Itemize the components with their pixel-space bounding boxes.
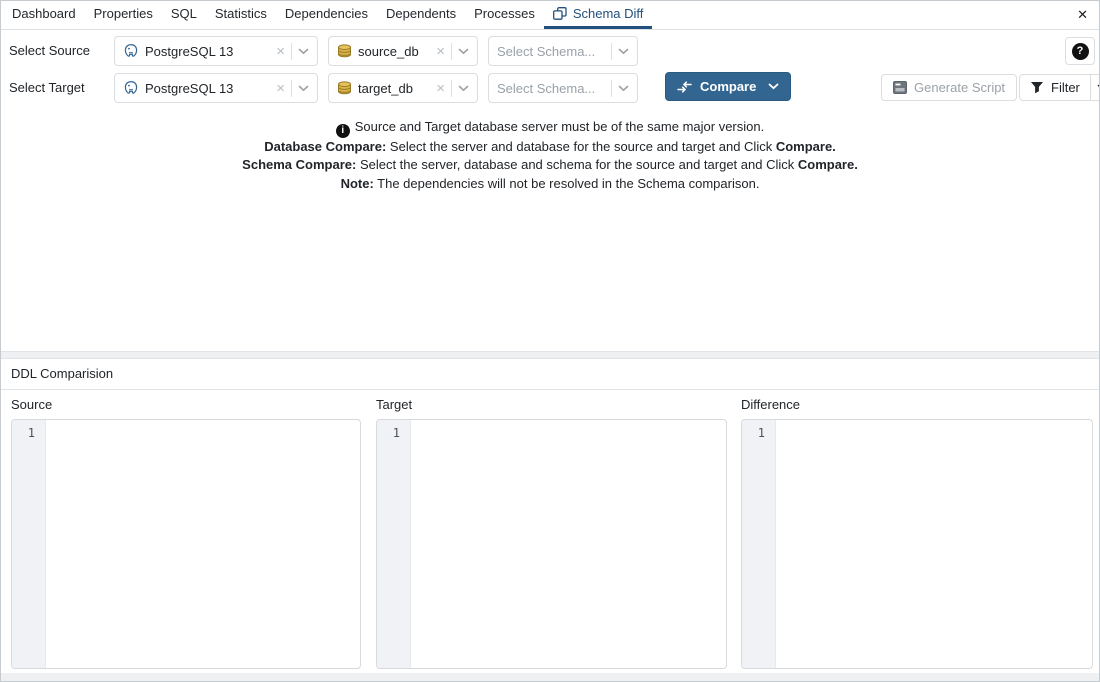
source-panel-label: Source — [11, 397, 52, 412]
tab-dependencies[interactable]: Dependencies — [276, 1, 377, 29]
compare-icon — [677, 81, 692, 93]
compare-button[interactable]: Compare — [665, 72, 791, 101]
tab-schema-diff[interactable]: Schema Diff — [544, 1, 653, 29]
filter-icon — [1030, 81, 1044, 94]
info-line-4-text: The dependencies will not be resolved in… — [374, 176, 760, 191]
separator — [611, 43, 612, 60]
target-database-select[interactable]: target_db × — [328, 73, 478, 103]
filter-dropdown-toggle[interactable] — [1090, 75, 1100, 100]
chevron-down-icon[interactable] — [298, 85, 309, 92]
source-code-area[interactable] — [46, 420, 360, 668]
separator — [611, 80, 612, 97]
info-line-2-bold2: Compare. — [776, 139, 836, 154]
postgresql-icon — [123, 80, 139, 96]
filter-label: Filter — [1051, 80, 1080, 95]
clear-icon[interactable]: × — [276, 81, 285, 96]
info-block: i Source and Target database server must … — [1, 118, 1099, 193]
info-icon: i — [336, 124, 350, 138]
source-server-select[interactable]: PostgreSQL 13 × — [114, 36, 318, 66]
tab-label: Schema Diff — [573, 6, 644, 21]
info-line-1: i Source and Target database server must … — [1, 118, 1099, 138]
line-number-gutter: 1 — [12, 420, 46, 668]
target-schema-placeholder: Select Schema... — [497, 81, 595, 96]
difference-panel-label: Difference — [741, 397, 800, 412]
chevron-down-icon[interactable] — [768, 83, 779, 90]
database-icon — [337, 44, 352, 58]
info-line-3-text: Select the server, database and schema f… — [356, 157, 798, 172]
separator — [291, 80, 292, 97]
generate-script-label: Generate Script — [914, 80, 1005, 95]
source-schema-select[interactable]: Select Schema... — [488, 36, 638, 66]
separator — [451, 43, 452, 60]
tab-processes[interactable]: Processes — [465, 1, 544, 29]
tab-statistics[interactable]: Statistics — [206, 1, 276, 29]
info-line-3: Schema Compare: Select the server, datab… — [1, 156, 1099, 174]
selected-target-server: PostgreSQL 13 — [145, 81, 233, 96]
target-ddl-editor[interactable]: 1 — [376, 419, 727, 669]
tab-sql[interactable]: SQL — [162, 1, 206, 29]
info-line-4: Note: The dependencies will not be resol… — [1, 175, 1099, 193]
filter-button-main[interactable]: Filter — [1020, 75, 1090, 100]
info-line-4-bold: Note: — [341, 176, 374, 191]
target-panel-label: Target — [376, 397, 412, 412]
help-icon: ? — [1072, 43, 1089, 60]
separator — [451, 80, 452, 97]
close-icon[interactable]: ✕ — [1077, 7, 1088, 23]
database-icon — [337, 81, 352, 95]
difference-ddl-editor[interactable]: 1 — [741, 419, 1093, 669]
info-line-3-bold2: Compare. — [798, 157, 858, 172]
ddl-comparison-body: Source Target Difference 1 1 1 — [1, 390, 1099, 674]
chevron-down-icon[interactable] — [458, 85, 469, 92]
target-schema-select[interactable]: Select Schema... — [488, 73, 638, 103]
line-number-gutter: 1 — [377, 420, 411, 668]
info-line-1-text: Source and Target database server must b… — [355, 119, 764, 134]
filter-button[interactable]: Filter — [1019, 74, 1100, 101]
generate-script-button[interactable]: Generate Script — [881, 74, 1017, 101]
chevron-down-icon[interactable] — [618, 85, 629, 92]
compare-button-label: Compare — [700, 79, 756, 94]
info-line-2-text: Select the server and database for the s… — [386, 139, 776, 154]
schema-diff-icon — [553, 7, 567, 20]
info-line-3-bold: Schema Compare: — [242, 157, 356, 172]
chevron-down-icon[interactable] — [618, 48, 629, 55]
source-database-select[interactable]: source_db × — [328, 36, 478, 66]
target-code-area[interactable] — [411, 420, 726, 668]
difference-code-area[interactable] — [776, 420, 1092, 668]
clear-icon[interactable]: × — [276, 44, 285, 59]
info-line-2-bold: Database Compare: — [264, 139, 386, 154]
ddl-comparison-title: DDL Comparision — [1, 359, 1099, 390]
source-ddl-editor[interactable]: 1 — [11, 419, 361, 669]
selected-source-server: PostgreSQL 13 — [145, 44, 233, 59]
selected-source-database: source_db — [358, 44, 419, 59]
ddl-comparison-section: DDL Comparision Source Target Difference… — [1, 358, 1099, 673]
tab-dashboard[interactable]: Dashboard — [3, 1, 85, 29]
tab-properties[interactable]: Properties — [85, 1, 162, 29]
help-button[interactable]: ? — [1065, 37, 1095, 65]
info-line-2: Database Compare: Select the server and … — [1, 138, 1099, 156]
target-server-select[interactable]: PostgreSQL 13 × — [114, 73, 318, 103]
separator — [291, 43, 292, 60]
postgresql-icon — [123, 43, 139, 59]
clear-icon[interactable]: × — [436, 44, 445, 59]
schema-diff-window: Dashboard Properties SQL Statistics Depe… — [0, 0, 1100, 682]
tab-dependents[interactable]: Dependents — [377, 1, 465, 29]
selected-target-database: target_db — [358, 81, 413, 96]
script-icon — [893, 81, 907, 94]
select-source-label: Select Source — [9, 43, 90, 58]
source-schema-placeholder: Select Schema... — [497, 44, 595, 59]
chevron-down-icon[interactable] — [458, 48, 469, 55]
tab-bar: Dashboard Properties SQL Statistics Depe… — [1, 1, 1099, 30]
schema-diff-controls: Select Source Select Target PostgreSQL 1… — [1, 30, 1099, 352]
chevron-down-icon[interactable] — [298, 48, 309, 55]
clear-icon[interactable]: × — [436, 81, 445, 96]
line-number-gutter: 1 — [742, 420, 776, 668]
select-target-label: Select Target — [9, 80, 85, 95]
